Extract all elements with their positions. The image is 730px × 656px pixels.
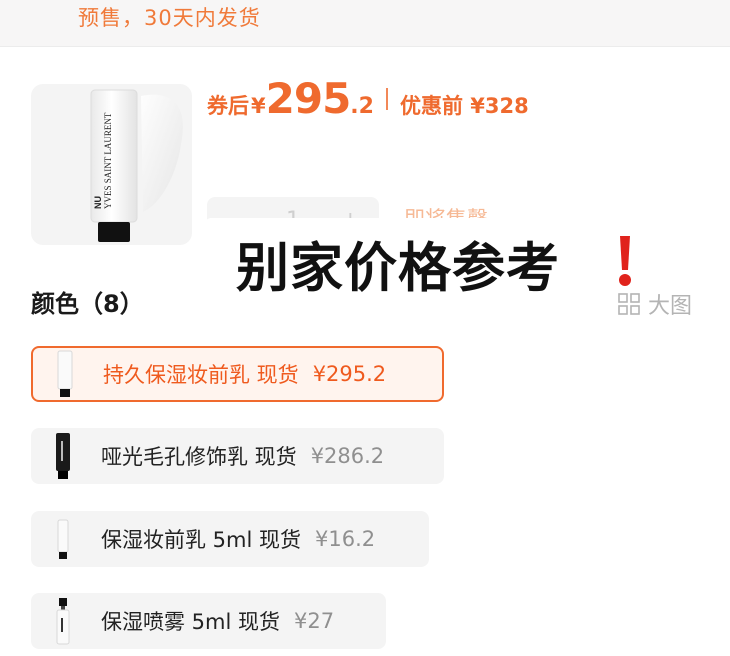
product-image[interactable]: YVES SAINT LAURENT NU <box>31 84 192 245</box>
presale-banner: 预售，30天内发货 <box>0 0 730 47</box>
option-name: 保湿喷雾 5ml 现货 <box>101 610 281 634</box>
color-option-primer-5ml[interactable]: 保湿妆前乳 5ml 现货 ¥16.2 <box>31 511 429 567</box>
black-tube-thumbnail <box>56 433 70 479</box>
primer-tube-illustration: YVES SAINT LAURENT NU <box>90 89 183 242</box>
option-name: 保湿妆前乳 5ml 现货 <box>101 528 302 552</box>
big-view-label: 大图 <box>648 294 693 319</box>
price-row: 券后 ¥ 295 .2 优惠前 ¥328 <box>207 74 529 124</box>
spray-bottle-thumbnail <box>56 598 70 645</box>
option-name: 哑光毛孔修饰乳 现货 <box>101 445 297 469</box>
big-view-toggle[interactable]: 大图 <box>618 288 692 320</box>
price-divider <box>385 88 388 110</box>
option-name: 持久保湿妆前乳 现货 <box>103 363 299 387</box>
presale-text: 预售，30天内发货 <box>78 6 261 30</box>
option-price: ¥27 <box>294 609 335 633</box>
color-option-matte-pore-primer[interactable]: 哑光毛孔修饰乳 现货 ¥286.2 <box>31 428 444 484</box>
option-price: ¥286.2 <box>310 444 385 468</box>
color-option-spray-5ml[interactable]: 保湿喷雾 5ml 现货 ¥27 <box>31 593 386 649</box>
color-option-moisturizing-primer[interactable]: 持久保湿妆前乳 现货 ¥295.2 <box>31 346 444 402</box>
grid-icon <box>618 293 640 315</box>
overlay-caption: 别家价格参考 <box>236 238 560 299</box>
option-price: ¥295.2 <box>312 362 387 386</box>
coupon-price-decimal: .2 <box>350 94 374 119</box>
white-tube-thumbnail <box>57 350 73 397</box>
original-price: 优惠前 ¥328 <box>399 94 529 118</box>
svg-text:YVES SAINT LAURENT: YVES SAINT LAURENT <box>103 112 113 209</box>
mini-tube-thumbnail <box>57 519 69 559</box>
exclamation-icon <box>619 236 631 286</box>
currency-symbol: ¥ <box>251 94 266 118</box>
option-price: ¥16.2 <box>315 527 376 551</box>
svg-text:NU: NU <box>93 196 103 209</box>
color-heading: 颜色（8） <box>31 290 144 318</box>
coupon-label: 券后 <box>207 94 249 118</box>
coupon-price-integer: 295 <box>265 74 352 123</box>
